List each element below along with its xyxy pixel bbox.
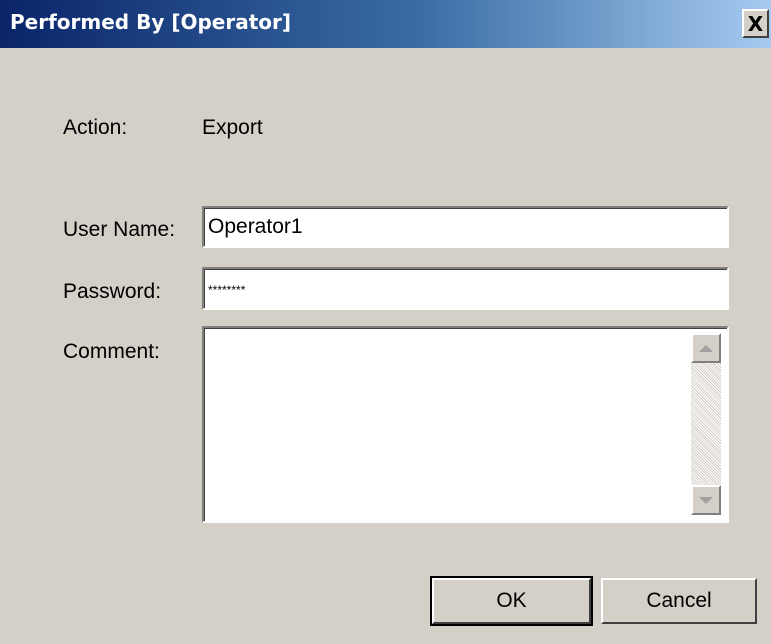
cancel-button-label: Cancel: [646, 589, 712, 612]
comment-label: Comment:: [63, 340, 160, 363]
scroll-down-button[interactable]: [691, 485, 721, 515]
username-label: User Name:: [63, 218, 176, 241]
action-label: Action:: [63, 116, 128, 139]
scroll-up-button[interactable]: [691, 333, 721, 363]
ok-button[interactable]: OK: [430, 576, 593, 626]
comment-textarea[interactable]: [202, 326, 729, 523]
password-label: Password:: [63, 280, 162, 303]
close-button[interactable]: X: [742, 9, 769, 38]
password-input[interactable]: [202, 267, 729, 310]
ok-button-label: OK: [496, 589, 527, 612]
comment-scrollbar[interactable]: [691, 333, 721, 515]
performed-by-dialog: Performed By [Operator] X Action: Export…: [0, 0, 771, 644]
window-title: Performed By [Operator]: [10, 10, 292, 34]
cancel-button[interactable]: Cancel: [601, 578, 757, 624]
action-value: Export: [202, 116, 263, 139]
close-icon: X: [747, 11, 764, 36]
scroll-down-arrow-icon: [699, 496, 713, 504]
username-input[interactable]: [202, 206, 729, 248]
scroll-up-arrow-icon: [699, 344, 713, 352]
title-bar[interactable]: Performed By [Operator] X: [0, 0, 771, 48]
